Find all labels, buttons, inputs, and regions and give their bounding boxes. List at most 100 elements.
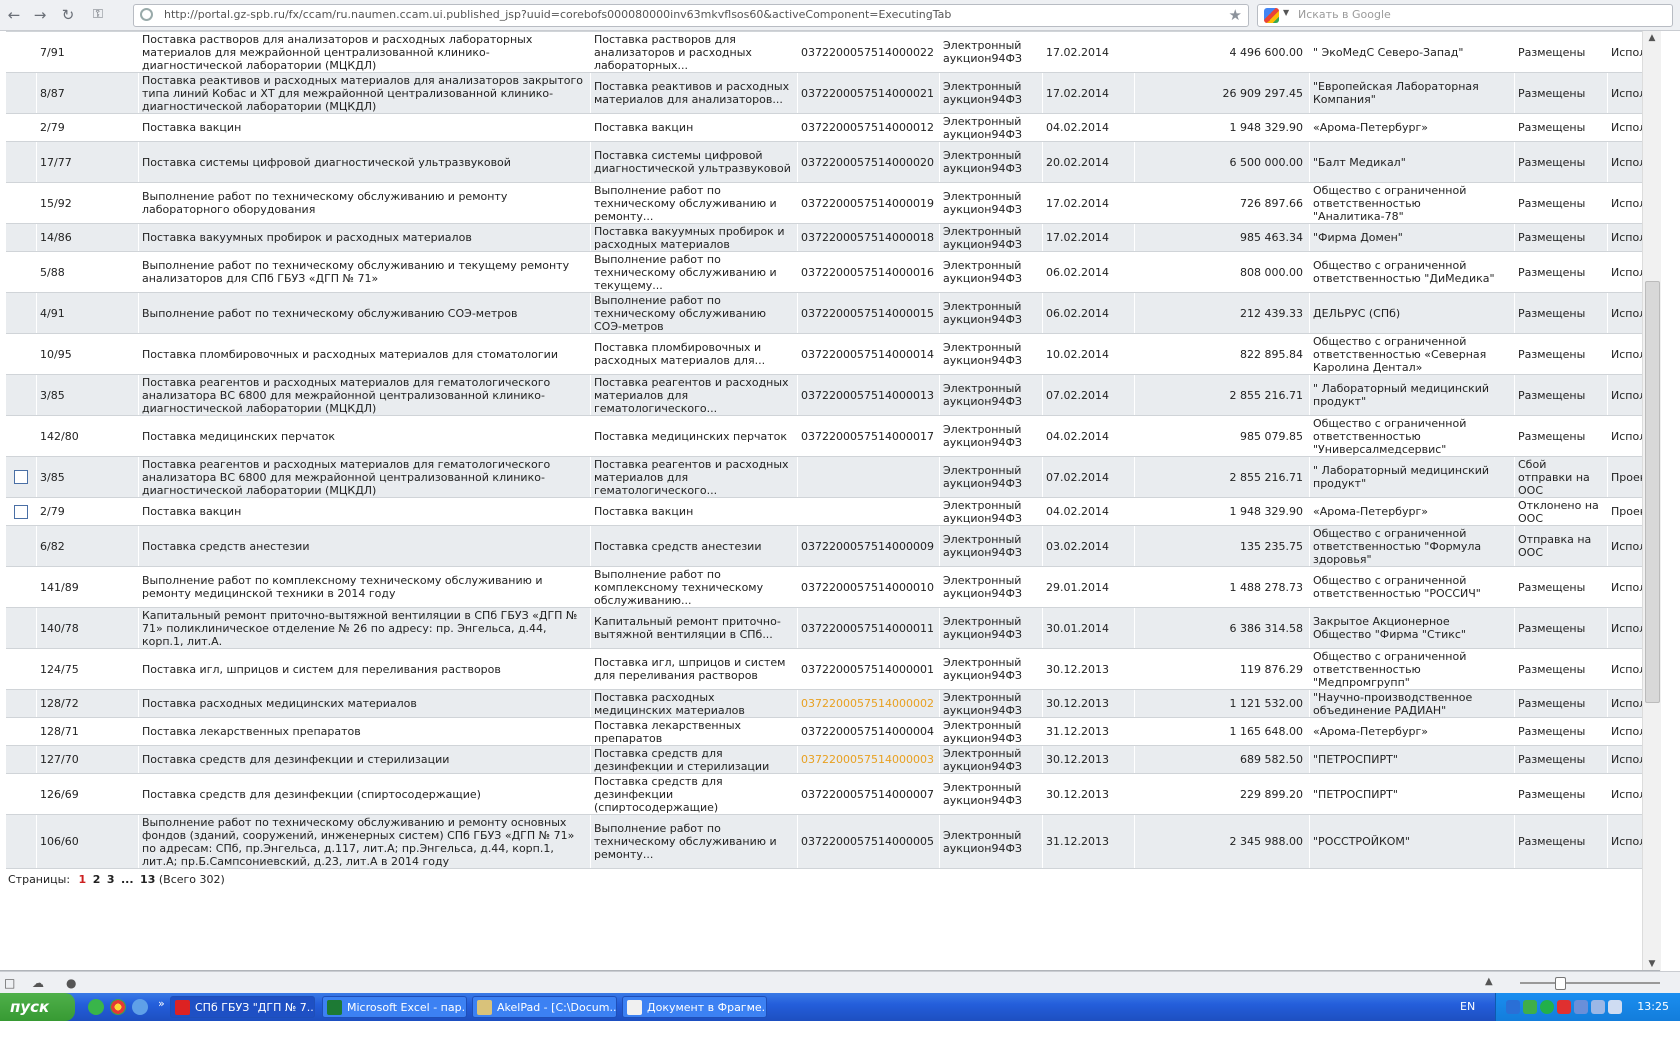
table-row[interactable]: 4/91 Выполнение работ по техническому обс… bbox=[6, 292, 1660, 334]
quicklaunch-icon[interactable] bbox=[88, 999, 104, 1015]
cloud-icon[interactable]: ☁ bbox=[32, 976, 44, 990]
more-quicklaunch-icon[interactable]: » bbox=[158, 997, 165, 1010]
table-row[interactable]: 17/77 Поставка системы цифровой диагности… bbox=[6, 141, 1660, 183]
registry-number[interactable]: 0372200057514000016 bbox=[797, 251, 940, 293]
table-row[interactable]: 15/92 Выполнение работ по техническому об… bbox=[6, 182, 1660, 224]
registry-number[interactable]: 0372200057514000018 bbox=[797, 223, 940, 252]
registry-number[interactable]: 0372200057514000019 bbox=[797, 182, 940, 224]
bookmark-star-icon[interactable]: ★ bbox=[1229, 6, 1242, 24]
procurement-short-name: Поставка реагентов и расходных материало… bbox=[590, 374, 798, 416]
table-row[interactable]: 3/85 Поставка реагентов и расходных матер… bbox=[6, 456, 1660, 498]
key-icon[interactable]: ⚿ bbox=[88, 5, 108, 25]
reload-icon[interactable]: ↻ bbox=[58, 5, 78, 25]
contract-sum: 1 165 648.00 bbox=[1134, 717, 1310, 746]
site-info-icon[interactable] bbox=[140, 8, 153, 21]
registry-number[interactable]: 0372200057514000005 bbox=[797, 814, 940, 869]
procurement-name: Выполнение работ по техническому обслужи… bbox=[138, 182, 591, 224]
registry-number[interactable]: 0372200057514000001 bbox=[797, 648, 940, 690]
tray-icon[interactable] bbox=[1557, 1000, 1571, 1014]
chevron-down-icon[interactable]: ▼ bbox=[1283, 8, 1289, 17]
tray-icon[interactable] bbox=[1506, 1000, 1520, 1014]
table-row[interactable]: 2/79 Поставка вакцин Поставка вакцин Электр… bbox=[6, 497, 1660, 526]
page-link-3[interactable]: 3 bbox=[107, 873, 115, 886]
taskbar-button[interactable]: Microsoft Excel - пар... bbox=[322, 996, 467, 1018]
tray-icon[interactable] bbox=[1523, 1000, 1537, 1014]
tray-icon[interactable] bbox=[1574, 1000, 1588, 1014]
page-link-2[interactable]: 2 bbox=[93, 873, 101, 886]
placement-status: Сбой отправки на ООС bbox=[1514, 456, 1608, 498]
table-row[interactable]: 128/71 Поставка лекарственных препаратов П… bbox=[6, 717, 1660, 746]
network-icon[interactable] bbox=[1591, 1000, 1605, 1014]
table-row[interactable]: 126/69 Поставка средств для дезинфекции (… bbox=[6, 773, 1660, 815]
table-row[interactable]: 140/78 Капитальный ремонт приточно-вытяжн… bbox=[6, 607, 1660, 649]
zoom-up-icon[interactable]: ▲ bbox=[1485, 976, 1493, 987]
table-row[interactable]: 2/79 Поставка вакцин Поставка вакцин 037220… bbox=[6, 113, 1660, 142]
address-bar[interactable]: http://portal.gz-spb.ru/fx/ccam/ru.naume… bbox=[133, 4, 1249, 27]
contract-sum: 1 948 329.90 bbox=[1134, 497, 1310, 526]
procurement-number: 128/72 bbox=[36, 689, 139, 718]
contract-sum: 985 463.34 bbox=[1134, 223, 1310, 252]
row-checkbox[interactable] bbox=[14, 470, 28, 484]
registry-number[interactable]: 0372200057514000021 bbox=[797, 72, 940, 114]
tray-icon[interactable] bbox=[1540, 1000, 1554, 1014]
registry-number[interactable]: 0372200057514000009 bbox=[797, 525, 940, 567]
registry-number[interactable]: 0372200057514000011 bbox=[797, 607, 940, 649]
status-bar: □ ☁ ● ▲ bbox=[0, 971, 1680, 993]
chrome-icon[interactable] bbox=[110, 999, 126, 1015]
placement-status: Размещены bbox=[1514, 648, 1608, 690]
registry-number[interactable]: 0372200057514000007 bbox=[797, 773, 940, 815]
page-link-1[interactable]: 1 bbox=[79, 873, 87, 886]
table-row[interactable]: 124/75 Поставка игл, шприцов и систем для… bbox=[6, 648, 1660, 690]
row-checkbox[interactable] bbox=[14, 504, 28, 519]
table-row[interactable]: 7/91 Поставка растворов для анализаторов … bbox=[6, 31, 1660, 73]
table-row[interactable]: 127/70 Поставка средств для дезинфекции и… bbox=[6, 745, 1660, 774]
zoom-slider-track[interactable] bbox=[1520, 982, 1660, 984]
registry-number[interactable]: 0372200057514000010 bbox=[797, 566, 940, 608]
registry-number[interactable]: 0372200057514000003 bbox=[797, 745, 940, 774]
placement-status: Размещены bbox=[1514, 773, 1608, 815]
registry-number[interactable]: 0372200057514000002 bbox=[797, 689, 940, 718]
table-row[interactable]: 6/82 Поставка средств анестезии Поставка с… bbox=[6, 525, 1660, 567]
volume-icon[interactable] bbox=[1608, 1000, 1622, 1014]
taskbar-button[interactable]: СПб ГБУЗ "ДГП № 7... bbox=[170, 996, 315, 1018]
language-indicator[interactable]: EN bbox=[1460, 1000, 1475, 1013]
registry-number[interactable]: 0372200057514000014 bbox=[797, 333, 940, 375]
registry-number[interactable]: 0372200057514000013 bbox=[797, 374, 940, 416]
table-row[interactable]: 142/80 Поставка медицинских перчаток Поста… bbox=[6, 415, 1660, 457]
back-arrow-icon[interactable]: ← bbox=[4, 5, 24, 25]
scrollbar-thumb[interactable] bbox=[1645, 281, 1660, 703]
select-cell bbox=[6, 292, 37, 334]
start-button[interactable]: пуск bbox=[0, 993, 75, 1021]
table-row[interactable]: 5/88 Выполнение работ по техническому обс… bbox=[6, 251, 1660, 293]
table-row[interactable]: 8/87 Поставка реактивов и расходных матер… bbox=[6, 72, 1660, 114]
ie-icon[interactable] bbox=[132, 999, 148, 1015]
registry-number[interactable]: 0372200057514000017 bbox=[797, 415, 940, 457]
registry-number[interactable]: 0372200057514000004 bbox=[797, 717, 940, 746]
table-row[interactable]: 3/85 Поставка реагентов и расходных матер… bbox=[6, 374, 1660, 416]
google-logo-icon[interactable] bbox=[1264, 8, 1279, 23]
scroll-down-icon[interactable]: ▼ bbox=[1646, 959, 1658, 969]
table-row[interactable]: 141/89 Выполнение работ по комплексному т… bbox=[6, 566, 1660, 608]
placement-status: Размещены bbox=[1514, 251, 1608, 293]
taskbar-button[interactable]: Документ в Фрагме... bbox=[622, 996, 767, 1018]
zoom-slider-knob[interactable] bbox=[1555, 977, 1566, 990]
publish-date: 30.01.2014 bbox=[1042, 607, 1135, 649]
placement-method: Электронный аукцион94ФЗ bbox=[939, 745, 1043, 774]
registry-number[interactable]: 0372200057514000020 bbox=[797, 141, 940, 183]
registry-number[interactable]: 0372200057514000022 bbox=[797, 31, 940, 73]
camera-icon[interactable]: ● bbox=[66, 976, 76, 990]
table-row[interactable]: 14/86 Поставка вакуумных пробирок и расхо… bbox=[6, 223, 1660, 252]
search-box[interactable]: ▼ Искать в Google bbox=[1257, 4, 1673, 27]
registry-number[interactable]: 0372200057514000015 bbox=[797, 292, 940, 334]
taskbar-button[interactable]: AkelPad - [C:\Docum... bbox=[472, 996, 617, 1018]
supplier-name: "ПЕТРОСПИРТ" bbox=[1309, 745, 1515, 774]
table-row[interactable]: 106/60 Выполнение работ по техническому о… bbox=[6, 814, 1660, 869]
vertical-scrollbar[interactable]: ▲ ▼ bbox=[1642, 31, 1661, 971]
page-link-last[interactable]: 13 bbox=[140, 873, 155, 886]
panel-icon[interactable]: □ bbox=[4, 976, 15, 990]
scroll-up-icon[interactable]: ▲ bbox=[1646, 33, 1658, 43]
table-row[interactable]: 128/72 Поставка расходных медицинских мат… bbox=[6, 689, 1660, 718]
registry-number[interactable]: 0372200057514000012 bbox=[797, 113, 940, 142]
forward-arrow-icon[interactable]: → bbox=[30, 5, 50, 25]
table-row[interactable]: 10/95 Поставка пломбировочных и расходных… bbox=[6, 333, 1660, 375]
